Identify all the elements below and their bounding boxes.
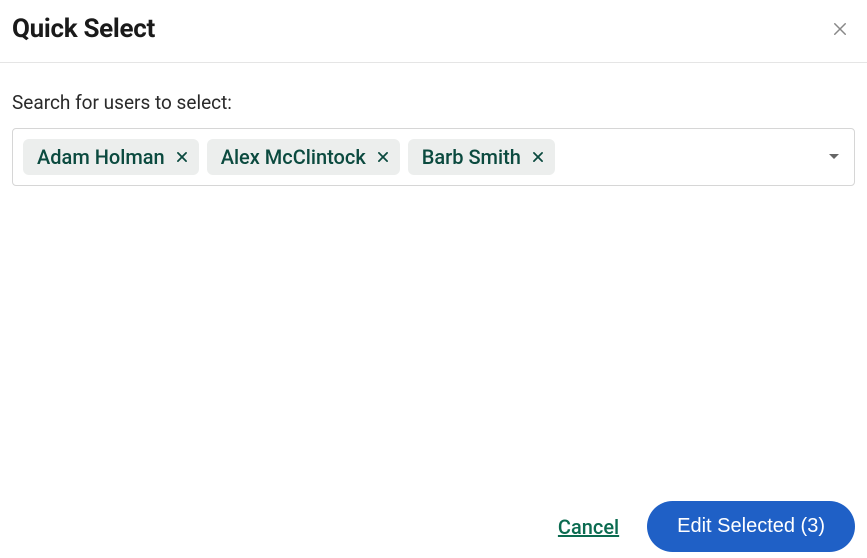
dialog-content: Search for users to select: Adam Holman …	[0, 63, 867, 186]
remove-chip-icon[interactable]	[531, 150, 545, 164]
user-multiselect[interactable]: Adam Holman Alex McClintock Barb Smith	[12, 128, 855, 186]
dialog-footer: Cancel Edit Selected (3)	[558, 501, 855, 552]
chip-label: Barb Smith	[422, 145, 521, 169]
edit-selected-button[interactable]: Edit Selected (3)	[647, 501, 855, 552]
remove-chip-icon[interactable]	[376, 150, 390, 164]
chevron-down-icon[interactable]	[828, 153, 840, 161]
dialog-header: Quick Select	[0, 0, 867, 63]
user-chip: Adam Holman	[23, 139, 199, 175]
user-chip: Alex McClintock	[207, 139, 400, 175]
chip-label: Adam Holman	[37, 145, 165, 169]
user-chip: Barb Smith	[408, 139, 555, 175]
search-label: Search for users to select:	[12, 91, 855, 114]
chip-label: Alex McClintock	[221, 145, 366, 169]
dialog-title: Quick Select	[12, 14, 155, 44]
remove-chip-icon[interactable]	[175, 150, 189, 164]
cancel-button[interactable]: Cancel	[558, 515, 619, 539]
close-icon[interactable]	[825, 16, 855, 42]
